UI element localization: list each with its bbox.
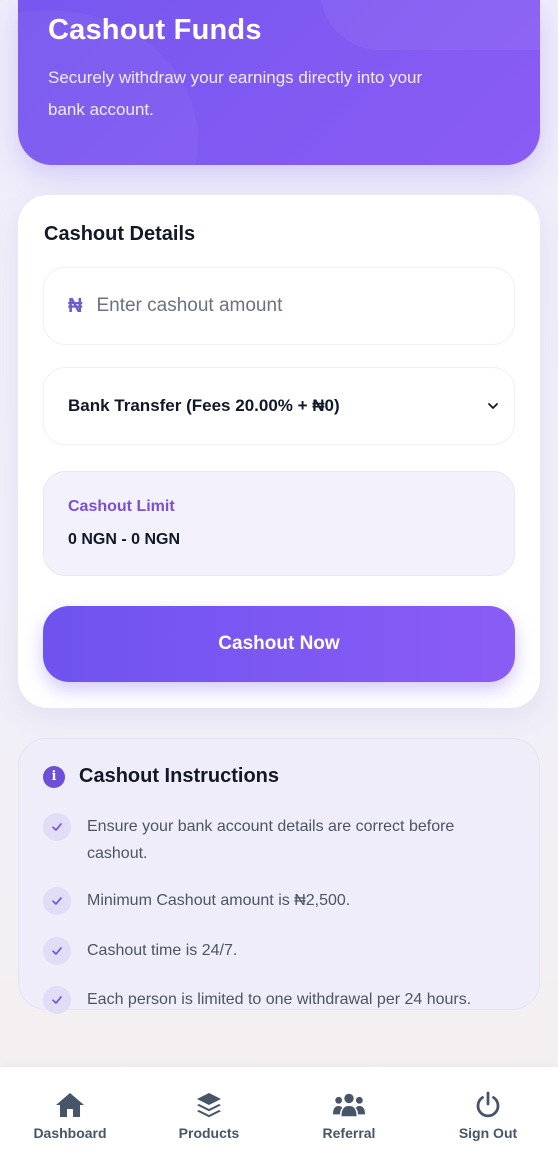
check-icon bbox=[43, 937, 71, 965]
nav-label: Referral bbox=[322, 1125, 376, 1141]
info-icon: i bbox=[43, 765, 65, 788]
naira-icon: ₦ bbox=[68, 294, 83, 317]
instruction-text: Each person is limited to one withdrawal… bbox=[87, 991, 472, 1008]
card-title: Cashout Details bbox=[44, 223, 196, 245]
bottom-nav: Dashboard Products Referral Sign Out bbox=[0, 1067, 558, 1163]
cashout-limit-value: 0 NGN - 0 NGN bbox=[68, 531, 181, 548]
users-icon bbox=[333, 1089, 365, 1121]
instructions-title: Cashout Instructions bbox=[79, 765, 280, 787]
cashout-page: Cashout Funds Securely withdraw your ear… bbox=[0, 0, 558, 1163]
instruction-item: Each person is limited to one withdrawal… bbox=[43, 986, 507, 1014]
power-icon bbox=[472, 1089, 504, 1121]
check-icon bbox=[43, 813, 71, 841]
instructions-header: i Cashout Instructions bbox=[43, 765, 279, 788]
cashout-details-card: Cashout Details ₦ Bank Transfer (Fees 20… bbox=[18, 195, 540, 708]
instruction-text: Cashout time is 24/7. bbox=[87, 942, 238, 959]
nav-item-sign-out[interactable]: Sign Out bbox=[418, 1067, 558, 1163]
instruction-item: Ensure your bank account details are cor… bbox=[43, 813, 507, 867]
payment-method-value: Bank Transfer (Fees 20.00% + ₦0) bbox=[68, 396, 340, 415]
cashout-limit-box: Cashout Limit 0 NGN - 0 NGN bbox=[43, 471, 515, 576]
cashout-now-button[interactable]: Cashout Now bbox=[43, 606, 515, 682]
chevron-down-icon bbox=[488, 403, 498, 409]
hero-decoration bbox=[320, 0, 540, 50]
page-title: Cashout Funds bbox=[48, 14, 262, 46]
instruction-item: Cashout time is 24/7. bbox=[43, 937, 507, 965]
check-icon bbox=[43, 887, 71, 915]
nav-label: Products bbox=[178, 1125, 240, 1141]
instruction-item: Minimum Cashout amount is ₦2,500. bbox=[43, 887, 507, 915]
cashout-instructions: i Cashout Instructions Ensure your bank … bbox=[18, 738, 540, 1014]
nav-item-referral[interactable]: Referral bbox=[279, 1067, 419, 1163]
amount-input[interactable] bbox=[96, 295, 477, 317]
check-icon bbox=[43, 986, 71, 1014]
instruction-text: Ensure your bank account details are cor… bbox=[87, 818, 455, 862]
nav-label: Sign Out bbox=[458, 1125, 518, 1141]
hero-banner: Cashout Funds Securely withdraw your ear… bbox=[18, 0, 540, 165]
nav-item-products[interactable]: Products bbox=[139, 1067, 279, 1163]
nav-item-dashboard[interactable]: Dashboard bbox=[0, 1067, 140, 1163]
layers-icon bbox=[193, 1089, 225, 1121]
amount-field[interactable]: ₦ bbox=[43, 267, 515, 345]
cashout-limit-label: Cashout Limit bbox=[68, 498, 175, 515]
payment-method-select[interactable]: Bank Transfer (Fees 20.00% + ₦0) bbox=[43, 367, 515, 445]
instruction-text: Minimum Cashout amount is ₦2,500. bbox=[87, 892, 351, 909]
nav-label: Dashboard bbox=[33, 1125, 107, 1141]
page-subtitle: Securely withdraw your earnings directly… bbox=[48, 68, 423, 119]
home-icon bbox=[54, 1089, 86, 1121]
